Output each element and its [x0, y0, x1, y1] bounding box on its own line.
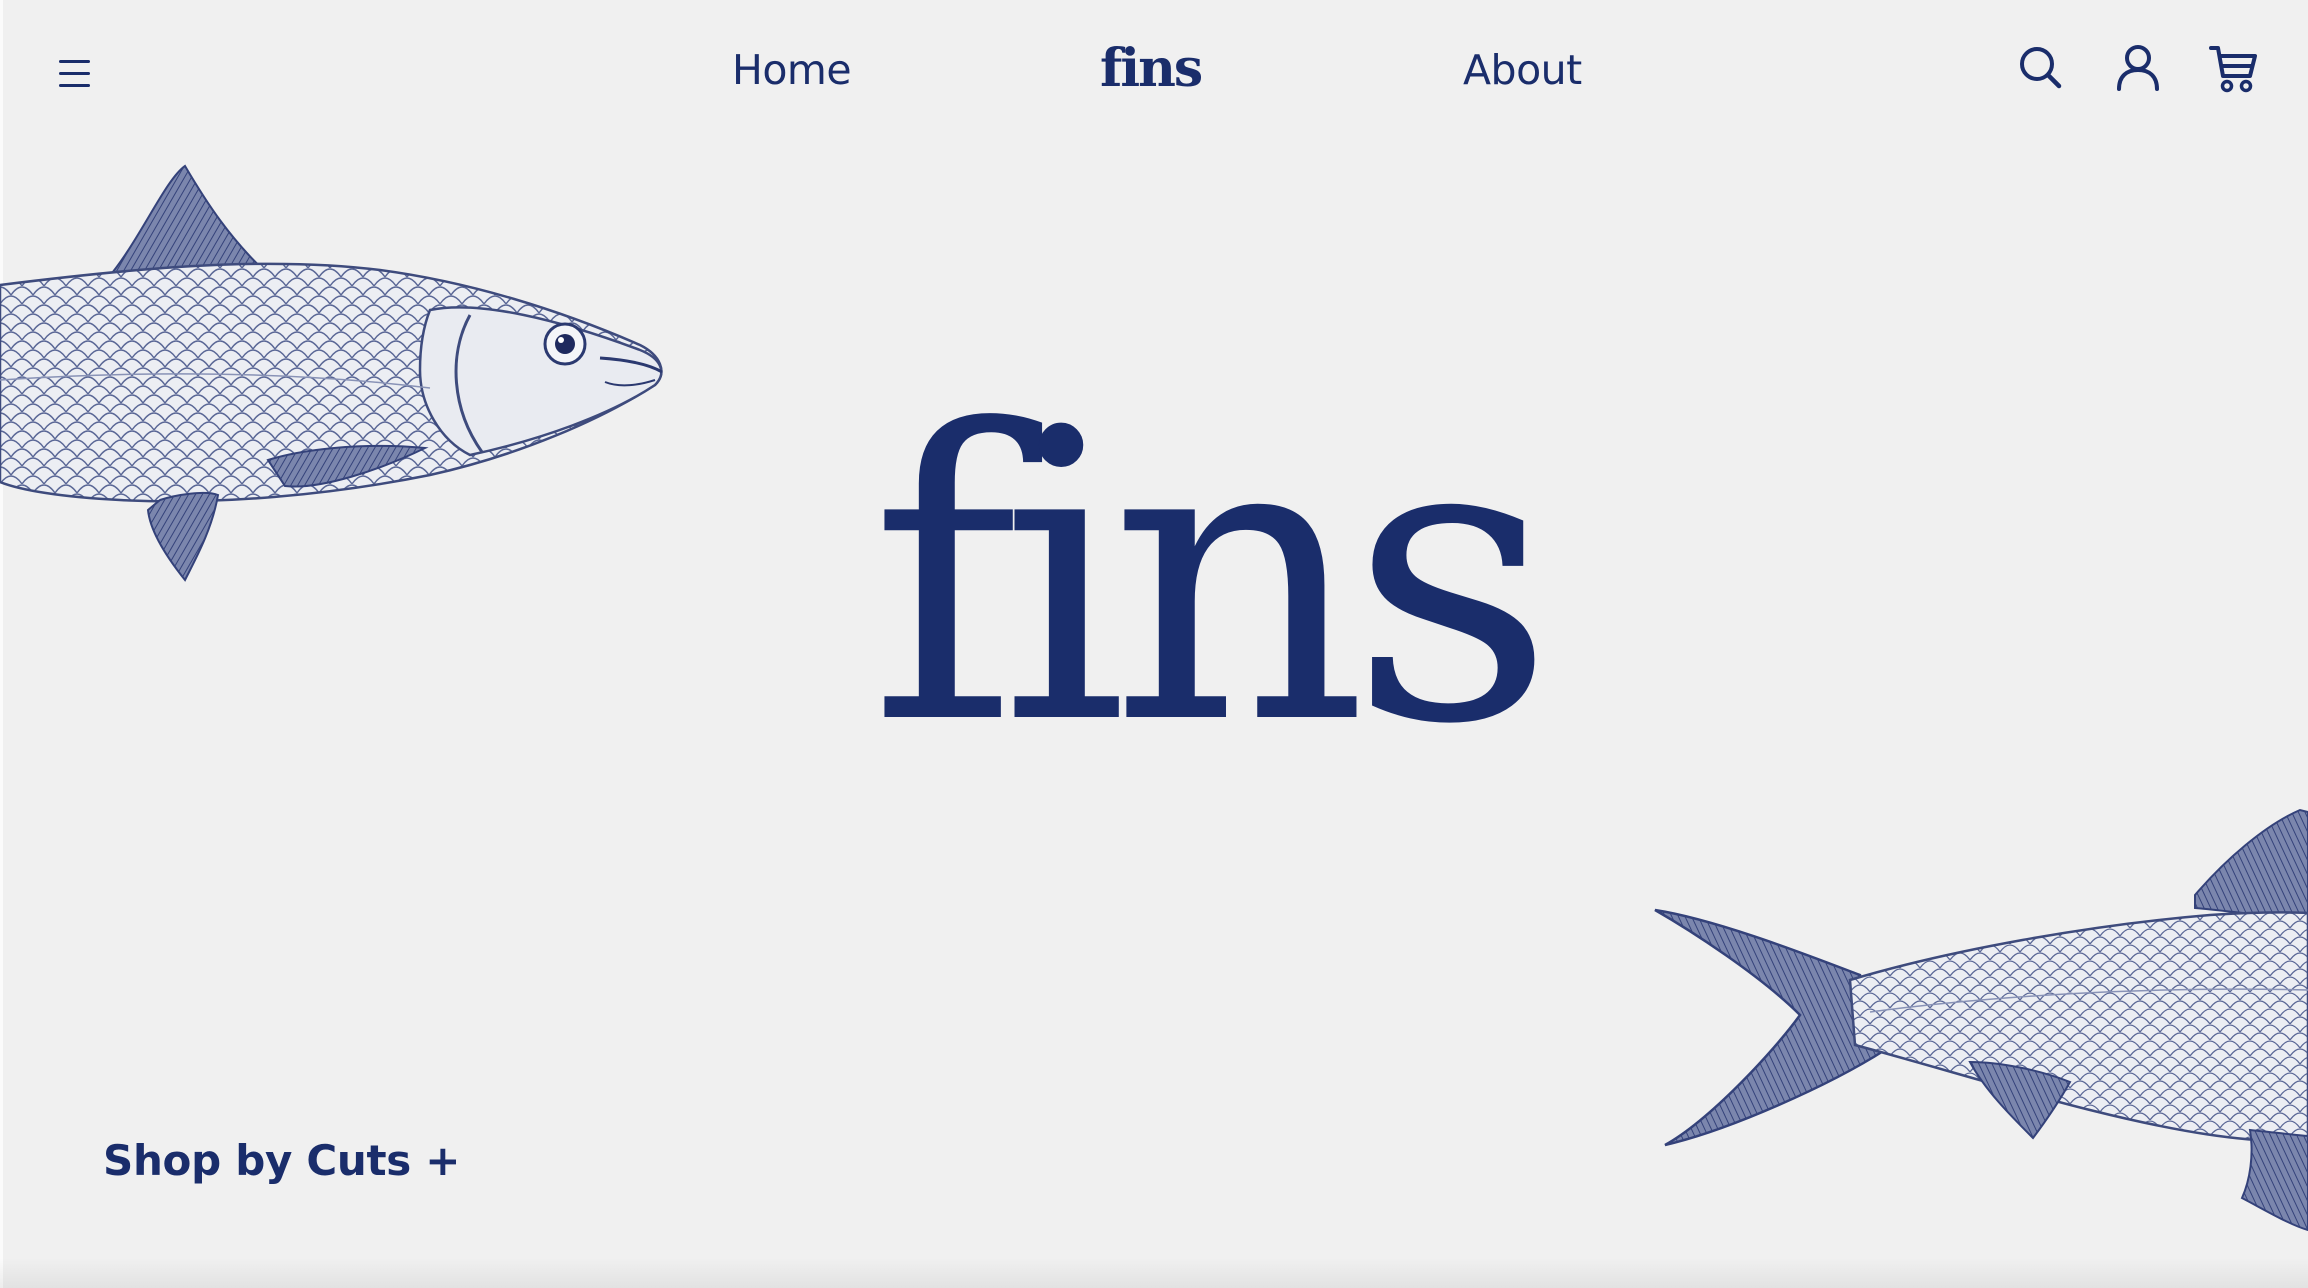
account-icon-graphic: [2117, 45, 2159, 91]
menu-line: [59, 84, 90, 87]
cart-icon-graphic: [2209, 46, 2257, 93]
herring-fish-head-illustration: [0, 164, 663, 582]
header-brand-logo[interactable]: fins: [1100, 38, 1203, 99]
hamburger-menu-icon[interactable]: [56, 58, 96, 92]
search-icon-graphic: [2020, 47, 2062, 89]
hero-brand-logo: fins: [870, 347, 1555, 812]
page: Home fins About fins Shop by Cuts +: [0, 0, 2308, 1288]
menu-line: [59, 72, 90, 75]
nav-about-link[interactable]: About: [1463, 46, 1582, 94]
bottom-shadow: [0, 1258, 2308, 1288]
shop-by-cuts-button[interactable]: Shop by Cuts +: [103, 1136, 460, 1185]
site-header: Home fins About: [0, 0, 2308, 150]
account-icon[interactable]: [2112, 42, 2164, 94]
cart-icon[interactable]: [2208, 42, 2260, 94]
search-icon[interactable]: [2015, 42, 2067, 94]
menu-line: [59, 60, 90, 63]
herring-fish-tail-illustration: [1654, 808, 2308, 1232]
nav-home-link[interactable]: Home: [732, 46, 852, 94]
